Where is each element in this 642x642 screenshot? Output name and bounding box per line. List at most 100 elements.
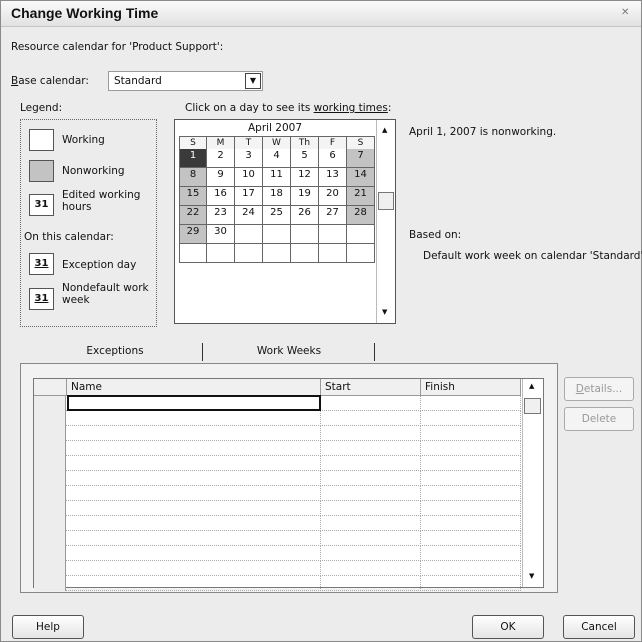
column-header-start[interactable]: Start xyxy=(321,379,421,396)
table-scrollbar[interactable]: ▲ ▼ xyxy=(522,379,543,587)
finish-cell[interactable] xyxy=(421,396,521,411)
table-row[interactable] xyxy=(34,561,521,576)
ok-button[interactable]: OK xyxy=(472,615,544,639)
finish-cell[interactable] xyxy=(421,501,521,516)
calendar-day-cell[interactable]: 29 xyxy=(179,225,207,244)
name-cell[interactable] xyxy=(67,471,321,486)
name-cell[interactable] xyxy=(67,501,321,516)
calendar-day-cell[interactable]: 1 xyxy=(179,149,207,168)
table-row[interactable] xyxy=(34,441,521,456)
row-header[interactable] xyxy=(34,531,66,546)
details-button[interactable]: Details... xyxy=(564,377,634,401)
start-cell[interactable] xyxy=(321,441,421,456)
table-row[interactable] xyxy=(34,395,521,411)
calendar-day-cell[interactable]: 17 xyxy=(235,187,263,206)
start-cell[interactable] xyxy=(321,471,421,486)
calendar-day-cell[interactable]: 21 xyxy=(347,187,375,206)
scroll-down-icon[interactable]: ▼ xyxy=(382,308,387,316)
calendar-day-cell[interactable]: 12 xyxy=(291,168,319,187)
help-button[interactable]: Help xyxy=(12,615,84,639)
table-row[interactable] xyxy=(34,576,521,591)
calendar-day-cell[interactable]: 2 xyxy=(207,149,235,168)
row-header[interactable] xyxy=(34,501,66,516)
row-header[interactable] xyxy=(34,456,66,471)
calendar-day-cell[interactable]: 24 xyxy=(235,206,263,225)
calendar-day-cell[interactable]: 11 xyxy=(263,168,291,187)
column-header-name[interactable]: Name xyxy=(67,379,321,396)
cancel-button[interactable]: Cancel xyxy=(563,615,635,639)
start-cell[interactable] xyxy=(321,546,421,561)
table-row[interactable] xyxy=(34,486,521,501)
calendar-day-cell[interactable]: 26 xyxy=(291,206,319,225)
delete-button[interactable]: Delete xyxy=(564,407,634,431)
start-cell[interactable] xyxy=(321,531,421,546)
calendar-day-cell[interactable]: 30 xyxy=(207,225,235,244)
calendar-day-cell[interactable]: 3 xyxy=(235,149,263,168)
start-cell[interactable] xyxy=(321,501,421,516)
finish-cell[interactable] xyxy=(421,576,521,591)
tab-exceptions[interactable]: Exceptions xyxy=(30,341,200,363)
calendar-day-cell[interactable]: 20 xyxy=(319,187,347,206)
start-cell[interactable] xyxy=(321,396,421,411)
calendar-day-cell[interactable]: 16 xyxy=(207,187,235,206)
table-scroll-thumb[interactable] xyxy=(524,398,541,414)
row-header[interactable] xyxy=(34,546,66,561)
name-cell[interactable] xyxy=(67,531,321,546)
row-header[interactable] xyxy=(34,411,66,426)
calendar-day-cell[interactable]: 15 xyxy=(179,187,207,206)
name-cell[interactable] xyxy=(67,411,321,426)
start-cell[interactable] xyxy=(321,561,421,576)
calendar-day-cell[interactable]: 19 xyxy=(291,187,319,206)
calendar-day-cell[interactable]: 18 xyxy=(263,187,291,206)
finish-cell[interactable] xyxy=(421,471,521,486)
calendar-scrollbar[interactable]: ▲ ▼ xyxy=(376,120,395,323)
finish-cell[interactable] xyxy=(421,516,521,531)
name-cell[interactable] xyxy=(67,546,321,561)
exceptions-table[interactable]: Name Start Finish ▲ ▼ xyxy=(33,378,544,591)
row-header[interactable] xyxy=(34,561,66,576)
finish-cell[interactable] xyxy=(421,411,521,426)
row-header[interactable] xyxy=(34,396,66,411)
finish-cell[interactable] xyxy=(421,546,521,561)
tab-work-weeks[interactable]: Work Weeks xyxy=(206,341,372,363)
row-header[interactable] xyxy=(34,441,66,456)
scroll-up-icon[interactable]: ▲ xyxy=(529,382,534,390)
row-header[interactable] xyxy=(34,516,66,531)
calendar-day-cell[interactable]: 8 xyxy=(179,168,207,187)
start-cell[interactable] xyxy=(321,576,421,591)
calendar-day-cell[interactable]: 28 xyxy=(347,206,375,225)
calendar-day-cell[interactable]: 25 xyxy=(263,206,291,225)
start-cell[interactable] xyxy=(321,456,421,471)
finish-cell[interactable] xyxy=(421,441,521,456)
name-cell[interactable] xyxy=(67,576,321,591)
table-row[interactable] xyxy=(34,426,521,441)
calendar-day-cell[interactable]: 22 xyxy=(179,206,207,225)
start-cell[interactable] xyxy=(321,426,421,441)
start-cell[interactable] xyxy=(321,516,421,531)
close-icon[interactable]: ✕ xyxy=(621,7,629,18)
finish-cell[interactable] xyxy=(421,531,521,546)
calendar-day-cell[interactable]: 27 xyxy=(319,206,347,225)
calendar-day-cell[interactable]: 23 xyxy=(207,206,235,225)
name-cell[interactable] xyxy=(67,456,321,471)
scroll-down-icon[interactable]: ▼ xyxy=(529,572,534,580)
table-row[interactable] xyxy=(34,516,521,531)
finish-cell[interactable] xyxy=(421,561,521,576)
calendar-day-cell[interactable]: 6 xyxy=(319,149,347,168)
calendar-day-cell[interactable]: 10 xyxy=(235,168,263,187)
table-row[interactable] xyxy=(34,501,521,516)
name-cell[interactable] xyxy=(67,486,321,501)
calendar-day-cell[interactable]: 13 xyxy=(319,168,347,187)
table-row[interactable] xyxy=(34,546,521,561)
calendar-day-cell[interactable]: 4 xyxy=(263,149,291,168)
row-header[interactable] xyxy=(34,486,66,501)
name-cell[interactable] xyxy=(67,441,321,456)
table-row[interactable] xyxy=(34,471,521,486)
row-header[interactable] xyxy=(34,576,66,591)
chevron-down-icon[interactable]: ▼ xyxy=(245,73,261,89)
start-cell[interactable] xyxy=(321,486,421,501)
calendar-day-cell[interactable]: 5 xyxy=(291,149,319,168)
base-calendar-select[interactable]: Standard ▼ xyxy=(108,71,263,91)
name-cell[interactable] xyxy=(67,426,321,441)
start-cell[interactable] xyxy=(321,411,421,426)
